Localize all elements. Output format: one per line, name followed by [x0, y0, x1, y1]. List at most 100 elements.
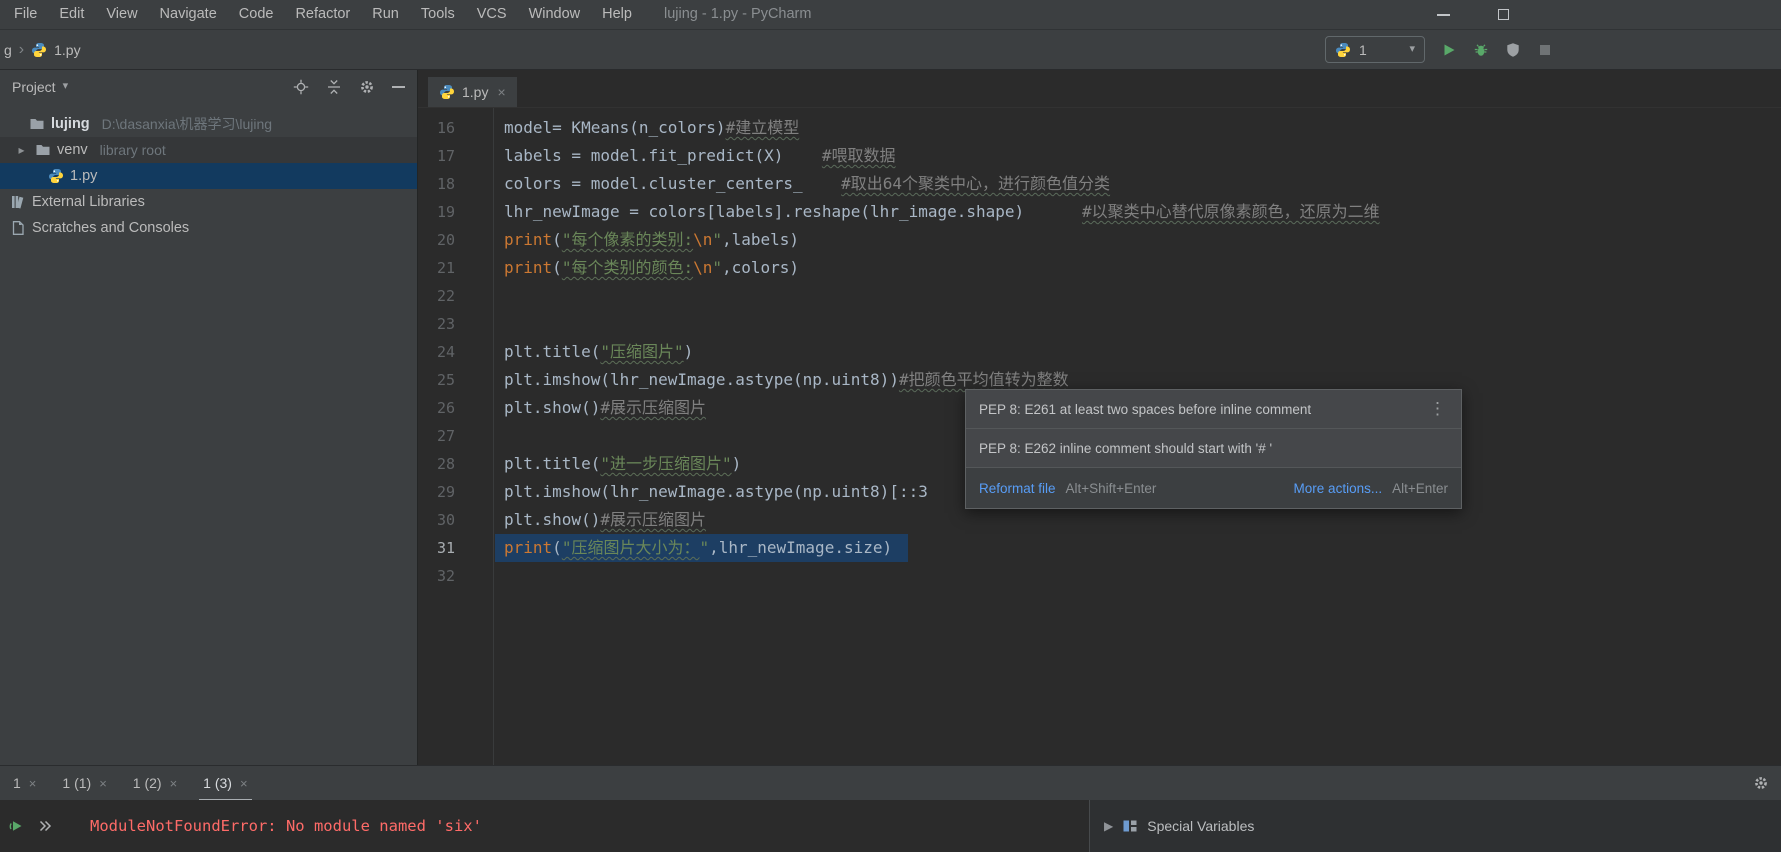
project-item-external-libraries[interactable]: External Libraries	[0, 189, 417, 215]
code-token: "压缩图片"	[600, 342, 684, 361]
run-with-coverage-button[interactable]	[1505, 42, 1521, 58]
line-number[interactable]: 21	[418, 254, 493, 282]
project-panel-title[interactable]: Project	[12, 79, 56, 95]
line-number[interactable]: 28	[418, 450, 493, 478]
python-icon	[1335, 42, 1351, 58]
close-icon[interactable]: ×	[240, 776, 248, 791]
run-tab-1(3)[interactable]: 1 (3) ×	[190, 766, 260, 801]
minimize-button[interactable]	[1437, 13, 1450, 16]
inspection-item: PEP 8: E261 at least two spaces before i…	[966, 390, 1461, 429]
menu-run[interactable]: Run	[361, 0, 410, 29]
settings-gear-icon[interactable]	[359, 79, 375, 95]
menu-refactor[interactable]: Refactor	[284, 0, 361, 29]
window-title: lujing - 1.py - PyCharm	[664, 6, 812, 22]
chevron-right-icon[interactable]: ▸	[14, 143, 29, 157]
code-token: #喂取数据	[821, 146, 896, 165]
settings-gear-icon[interactable]	[1753, 775, 1769, 791]
menu-help[interactable]: Help	[591, 0, 643, 29]
code-line-24[interactable]: plt.title("压缩图片")	[495, 338, 1781, 366]
menu-code[interactable]: Code	[228, 0, 285, 29]
code-line-19[interactable]: lhr_newImage = colors[labels].reshape(lh…	[495, 198, 1781, 226]
scroll-to-end-button[interactable]	[37, 818, 53, 834]
code-token: (	[552, 258, 562, 277]
code-line-21[interactable]: print("每个类别的颜色:\n",colors)	[495, 254, 1781, 282]
pycharm-window: File Edit View Navigate Code Refactor Run Tools…	[0, 0, 1781, 852]
console-error-text: ModuleNotFoundError: No module named 'si…	[90, 817, 482, 835]
line-number[interactable]: 30	[418, 506, 493, 534]
line-number[interactable]: 18	[418, 170, 493, 198]
menu-vcs[interactable]: VCS	[466, 0, 518, 29]
run-config-select[interactable]: 1 ▾	[1325, 36, 1425, 63]
line-number[interactable]: 16	[418, 114, 493, 142]
menu-file[interactable]: File	[3, 0, 48, 29]
line-number[interactable]: 32	[418, 562, 493, 590]
menu-bar: File Edit View Navigate Code Refactor Run Tools…	[0, 0, 1781, 30]
collapse-all-button[interactable]	[326, 79, 342, 95]
line-number[interactable]: 19	[418, 198, 493, 226]
locate-file-button[interactable]	[293, 79, 309, 95]
run-tab-1[interactable]: 1 ×	[0, 766, 49, 801]
code-token: #把颜色平均值转为整数	[898, 370, 1069, 389]
project-item-scratches-and-consoles[interactable]: Scratches and Consoles	[0, 215, 417, 241]
run-tab-1(1)[interactable]: 1 (1) ×	[49, 766, 119, 801]
code-line-17[interactable]: labels = model.fit_predict(X) #喂取数据	[495, 142, 1781, 170]
code-line-20[interactable]: print("每个像素的类别:\n",labels)	[495, 226, 1781, 254]
menu-navigate[interactable]: Navigate	[149, 0, 228, 29]
code-token: #建立模型	[725, 118, 800, 137]
project-item-label: venv	[57, 142, 88, 158]
breadcrumb-project[interactable]: g	[4, 42, 12, 58]
code-text: lhr_newImage = colors[labels].reshape(lh…	[495, 198, 1380, 226]
editor-tabbar: 1.py ×	[418, 70, 1781, 108]
breadcrumb-file[interactable]: 1.py	[54, 42, 80, 58]
code-line-23[interactable]	[495, 310, 1781, 338]
line-number[interactable]: 25	[418, 366, 493, 394]
project-item-label: Scratches and Consoles	[32, 220, 190, 236]
code-line-22[interactable]	[495, 282, 1781, 310]
menu-view[interactable]: View	[95, 0, 148, 29]
project-item-lujing[interactable]: lujing D:\dasanxia\机器学习\lujing	[0, 111, 417, 137]
code-line-16[interactable]: model= KMeans(n_colors)#建立模型	[495, 114, 1781, 142]
more-actions-link[interactable]: More actions...	[1294, 481, 1383, 496]
line-number[interactable]: 29	[418, 478, 493, 506]
run-tab-1(2)[interactable]: 1 (2) ×	[120, 766, 190, 801]
line-number[interactable]: 24	[418, 338, 493, 366]
editor-tab-1py[interactable]: 1.py ×	[428, 77, 517, 107]
line-number[interactable]: 26	[418, 394, 493, 422]
run-button[interactable]	[1441, 42, 1457, 58]
code-text: print("每个类别的颜色:\n",colors)	[495, 254, 799, 282]
stop-button[interactable]	[1537, 42, 1553, 58]
close-icon[interactable]: ×	[170, 776, 178, 791]
debug-button[interactable]	[1473, 42, 1489, 58]
code-token: print	[504, 258, 553, 277]
chevron-down-icon[interactable]: ▾	[63, 81, 69, 92]
line-number[interactable]: 20	[418, 226, 493, 254]
project-item-venv[interactable]: ▸ venv library root	[0, 137, 417, 163]
rerun-button[interactable]	[8, 818, 24, 834]
menu-window[interactable]: Window	[518, 0, 592, 29]
close-icon[interactable]: ×	[497, 84, 505, 100]
code-line-30[interactable]: plt.show()#展示压缩图片	[495, 506, 1781, 534]
reformat-file-link[interactable]: Reformat file	[979, 481, 1056, 496]
line-number[interactable]: 22	[418, 282, 493, 310]
code-line-18[interactable]: colors = model.cluster_centers_ #取出64个聚类…	[495, 170, 1781, 198]
line-number[interactable]: 17	[418, 142, 493, 170]
variables-panel-title[interactable]: Special Variables	[1147, 818, 1254, 834]
code-line-31[interactable]: print("压缩图片大小为：",lhr_newImage.size)	[495, 534, 1781, 562]
menu-edit[interactable]: Edit	[48, 0, 95, 29]
kebab-menu-icon[interactable]: ⋮	[1427, 399, 1448, 419]
inspection-popup-footer: Reformat file Alt+Shift+Enter More actio…	[966, 468, 1461, 508]
line-number[interactable]: 31	[418, 534, 493, 562]
code-token: )	[683, 342, 694, 361]
line-number[interactable]: 27	[418, 422, 493, 450]
code-token: "	[712, 230, 722, 249]
code-token: plt.imshow(lhr_newImage.astype(np.uint8)…	[504, 370, 899, 389]
code-line-32[interactable]	[495, 562, 1781, 590]
project-item-1.py[interactable]: 1.py	[0, 163, 417, 189]
hide-panel-button[interactable]	[392, 85, 405, 88]
menu-tools[interactable]: Tools	[410, 0, 466, 29]
maximize-button[interactable]	[1498, 9, 1509, 20]
close-icon[interactable]: ×	[99, 776, 107, 791]
expand-arrow-icon[interactable]: ▶	[1104, 819, 1113, 833]
line-number[interactable]: 23	[418, 310, 493, 338]
close-icon[interactable]: ×	[29, 776, 37, 791]
